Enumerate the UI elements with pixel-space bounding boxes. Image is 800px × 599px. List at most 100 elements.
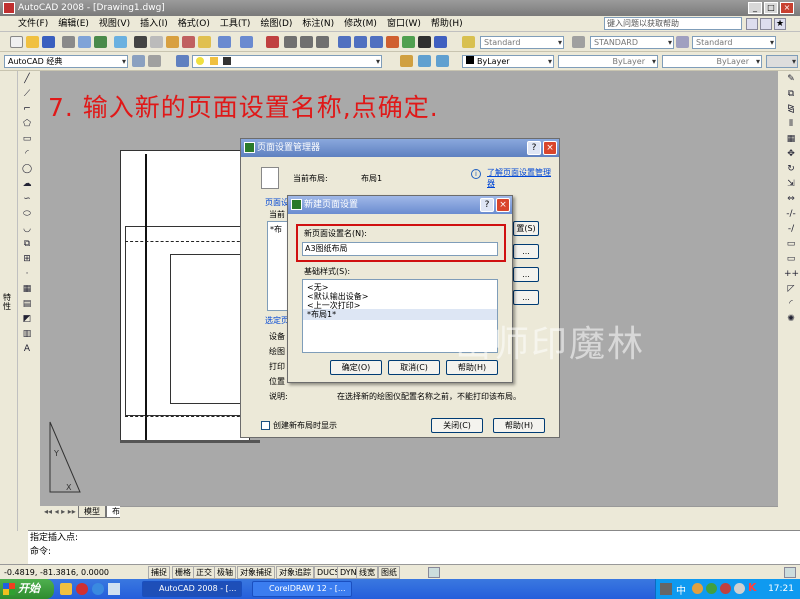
polygon-icon[interactable]: ⬠ [20,117,34,131]
paste-icon[interactable] [166,36,179,48]
gradient-icon[interactable]: ▤ [20,297,34,311]
menu-insert[interactable]: 插入(I) [135,16,173,32]
page-setups-list-item[interactable]: *布 [270,224,282,235]
favorites-star-icon[interactable]: ★ [774,18,786,30]
line-icon[interactable]: ╱ [20,72,34,86]
spline-icon[interactable]: ∽ [20,192,34,206]
publish-icon[interactable] [94,36,107,48]
polar-toggle[interactable]: 极轴 [214,566,236,579]
zoom-window-icon[interactable] [300,36,313,48]
quicklaunch-desktop-icon[interactable] [108,583,120,595]
insert-block-icon[interactable]: ⧉ [20,237,34,251]
tray-icon[interactable] [692,583,703,594]
menu-dimension[interactable]: 标注(N) [297,16,339,32]
offset-icon[interactable]: ⫴ [784,117,798,131]
maximize-button[interactable]: □ [764,2,778,14]
plot-preview-icon[interactable] [78,36,91,48]
rotate-icon[interactable]: ↻ [784,162,798,176]
layer-select[interactable] [192,55,382,68]
paper-model-toggle[interactable]: 图纸 [378,566,400,579]
table-style-select[interactable]: Standard [692,36,776,49]
rectangle-icon[interactable]: ▭ [20,132,34,146]
workspace-settings-icon[interactable] [132,55,145,67]
calculator-icon[interactable] [418,36,431,48]
menu-file[interactable]: 文件(F) [0,16,53,32]
mirror-icon[interactable]: ⧎ [784,102,798,116]
plot-icon[interactable] [62,36,75,48]
workspace-save-icon[interactable] [148,55,161,67]
match-properties-icon[interactable] [182,36,195,48]
help-icon[interactable] [434,36,447,48]
explode-icon[interactable]: ✺ [784,312,798,326]
sheet-set-icon[interactable] [386,36,399,48]
text-style-icon[interactable] [462,36,475,48]
break-icon[interactable]: ▭ [784,252,798,266]
undo-icon[interactable] [218,36,231,48]
scale-icon[interactable]: ⇲ [784,177,798,191]
redo-icon[interactable] [240,36,253,48]
ok-button[interactable]: 确定(O) [330,360,382,375]
menu-help[interactable]: 帮助(H) [426,16,468,32]
tray-icon[interactable] [720,583,731,594]
tab-model[interactable]: 模型 [78,506,106,518]
clean-screen-icon[interactable] [784,567,796,578]
menu-view[interactable]: 视图(V) [94,16,135,32]
new-setup-close-button[interactable]: × [496,198,510,212]
construction-line-icon[interactable]: ⟋ [20,87,34,101]
cancel-button[interactable]: 取消(C) [388,360,440,375]
ortho-toggle[interactable]: 正交 [193,566,215,579]
quicklaunch-folder-icon[interactable] [60,583,72,595]
hatch-icon[interactable]: ▦ [20,282,34,296]
publish-web-icon[interactable] [114,36,127,48]
dim-style-select[interactable]: STANDARD [590,36,674,49]
horizontal-scrollbar[interactable] [120,506,778,518]
new-icon[interactable] [10,36,23,48]
table-style-icon[interactable] [676,36,689,48]
ellipse-icon[interactable]: ⬭ [20,207,34,221]
layer-manager-icon[interactable] [176,55,189,67]
maximize-viewport-icon[interactable] [428,567,440,578]
show-on-create-checkbox[interactable] [261,421,270,430]
erase-icon[interactable]: ✎ [784,72,798,86]
move-icon[interactable]: ✥ [784,147,798,161]
pan-icon[interactable] [266,36,279,48]
tray-icon[interactable] [706,583,717,594]
save-icon[interactable] [42,36,55,48]
quicklaunch-ie-icon[interactable] [92,583,104,595]
copy-object-icon[interactable]: ⧉ [784,87,798,101]
snap-toggle[interactable]: 捕捉 [148,566,170,579]
menu-draw[interactable]: 绘图(D) [255,16,297,32]
lineweight-select[interactable]: ByLayer [662,55,762,68]
page-setup-help-button[interactable]: 帮助(H) [493,418,545,433]
dialog-close-button[interactable]: × [543,141,557,155]
input-method-icon[interactable] [660,583,672,595]
cut-icon[interactable] [134,36,147,48]
break-at-point-icon[interactable]: ▭ [784,237,798,251]
join-icon[interactable]: ++ [784,267,799,281]
lineweight-toggle[interactable]: 线宽 [356,566,378,579]
design-center-icon[interactable] [354,36,367,48]
close-dialog-button[interactable]: 关闭(C) [431,418,483,433]
set-current-button[interactable]: 置(S) [513,221,539,236]
plotstyle-select[interactable] [766,55,798,68]
zoom-previous-icon[interactable] [316,36,329,48]
copy-icon[interactable] [150,36,163,48]
open-icon[interactable] [26,36,39,48]
layer-previous-icon[interactable] [418,55,431,67]
new-setup-help-question-button[interactable]: ? [480,198,494,212]
workspace-select[interactable]: AutoCAD 经典 [4,55,128,68]
block-editor-icon[interactable] [198,36,211,48]
grid-toggle[interactable]: 栅格 [172,566,194,579]
minimize-button[interactable]: _ [748,2,762,14]
start-button[interactable]: 开始 [0,579,54,599]
text-style-select[interactable]: Standard [480,36,564,49]
new-setup-name-input[interactable]: A3图纸布局 [302,242,498,256]
trim-icon[interactable]: -/- [784,207,798,221]
ime-language-label[interactable]: 中 [676,582,686,597]
multiline-text-icon[interactable]: A [20,342,34,356]
menu-format[interactable]: 格式(O) [173,16,215,32]
dim-style-icon[interactable] [572,36,585,48]
polyline-icon[interactable]: ⌐ [20,102,34,116]
help-search-icon[interactable] [746,18,758,30]
close-button[interactable]: × [780,2,794,14]
